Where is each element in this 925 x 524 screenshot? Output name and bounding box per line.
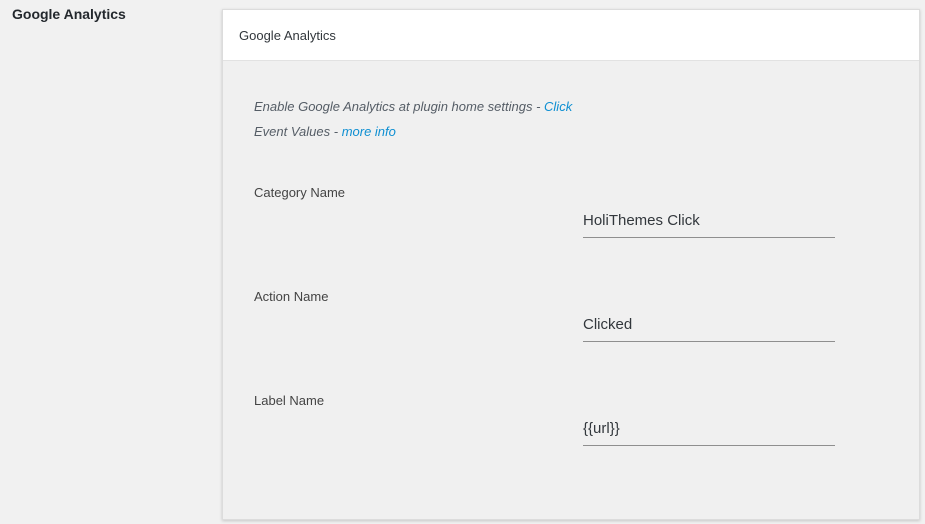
category-name-input[interactable] [583, 204, 835, 238]
card-header: Google Analytics [223, 10, 919, 61]
plugin-home-settings-link[interactable]: Click [544, 99, 572, 114]
section-title: Google Analytics [12, 6, 126, 22]
enable-ga-info: Enable Google Analytics at plugin home s… [254, 99, 572, 114]
google-analytics-card: Google Analytics Enable Google Analytics… [222, 9, 920, 520]
more-info-link[interactable]: more info [342, 124, 396, 139]
category-name-label: Category Name [254, 185, 346, 200]
action-name-label: Action Name [254, 289, 329, 304]
enable-ga-text: Enable Google Analytics at plugin home s… [254, 99, 545, 114]
event-values-text: Event Values - [254, 124, 342, 139]
label-name-input[interactable] [583, 412, 835, 446]
label-name-label: Label Name [254, 393, 325, 408]
action-name-input[interactable] [583, 308, 835, 342]
event-values-info: Event Values - more info [254, 124, 396, 139]
